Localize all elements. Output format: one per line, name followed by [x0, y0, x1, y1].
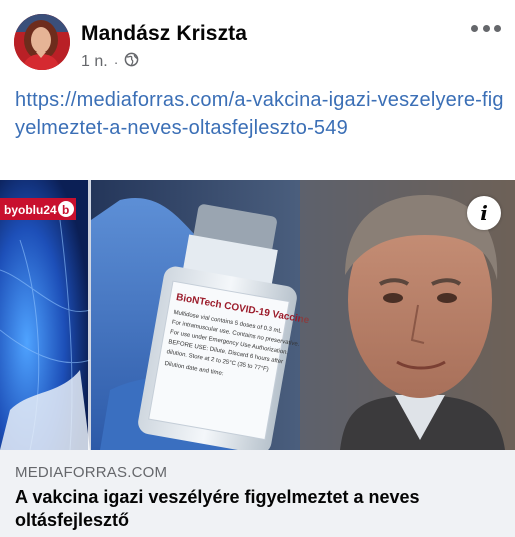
- dot-icon: [471, 24, 478, 32]
- more-options-button[interactable]: [471, 20, 501, 36]
- channel-logo-b: b: [62, 203, 69, 217]
- post-header: Mandász Kriszta 1 n. ·: [0, 0, 515, 80]
- globe-icon: [124, 52, 139, 72]
- link-headline[interactable]: A vakcina igazi veszélyére figyelmeztet …: [15, 486, 495, 532]
- link-domain: MEDIAFORRAS.COM: [15, 464, 168, 481]
- info-icon[interactable]: i: [467, 196, 501, 230]
- author-name[interactable]: Mandász Kriszta: [81, 22, 247, 46]
- author-avatar[interactable]: [14, 14, 70, 70]
- dot-icon: [494, 24, 501, 32]
- post-time[interactable]: 1 n.: [81, 53, 108, 71]
- link-preview-card[interactable]: byoblu24 b BioNTech COVID-19 Vaccine Mul…: [0, 180, 515, 537]
- post-meta: 1 n. ·: [81, 52, 139, 72]
- dot-icon: [482, 24, 490, 32]
- meta-separator: ·: [113, 54, 119, 70]
- preview-image[interactable]: byoblu24 b BioNTech COVID-19 Vaccine Mul…: [0, 180, 515, 450]
- post-link[interactable]: https://mediaforras.com/a-vakcina-igazi-…: [15, 86, 505, 142]
- channel-logo-text: byoblu24: [4, 203, 57, 217]
